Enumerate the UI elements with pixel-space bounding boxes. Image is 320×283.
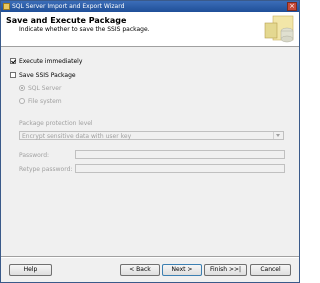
page-title: Save and Execute Package	[6, 16, 127, 25]
execute-immediately-checkbox[interactable]	[10, 58, 16, 64]
protection-level-value: Encrypt sensitive data with user key	[22, 133, 132, 140]
page-subtitle: Indicate whether to save the SSIS packag…	[19, 26, 150, 33]
sql-server-radio[interactable]	[19, 85, 25, 91]
window-title: SQL Server Import and Export Wizard	[12, 3, 125, 10]
retype-password-label: Retype password:	[19, 166, 73, 173]
password-field[interactable]	[75, 150, 285, 159]
sql-server-label: SQL Server	[28, 85, 62, 92]
execute-immediately-label[interactable]: Execute immediately	[19, 58, 82, 65]
finish-button[interactable]: Finish >>|	[204, 264, 247, 276]
cancel-button[interactable]: Cancel	[250, 264, 291, 276]
close-button[interactable]: ×	[287, 2, 297, 11]
wizard-header: Save and Execute Package Indicate whethe…	[1, 12, 299, 47]
save-ssis-package-label[interactable]: Save SSIS Package	[19, 72, 76, 79]
next-button[interactable]: Next >	[162, 264, 202, 276]
retype-password-field[interactable]	[75, 164, 285, 173]
file-system-radio[interactable]	[19, 98, 25, 104]
protection-level-label: Package protection level	[19, 120, 93, 127]
footer-divider	[1, 256, 299, 258]
protection-level-dropdown[interactable]: Encrypt sensitive data with user key	[19, 131, 284, 140]
help-button[interactable]: Help	[9, 264, 52, 276]
title-bar[interactable]: SQL Server Import and Export Wizard ×	[1, 1, 299, 12]
save-ssis-package-checkbox[interactable]	[10, 72, 16, 78]
app-icon	[3, 3, 10, 10]
file-system-label: File system	[28, 98, 62, 105]
wizard-graphic-icon	[264, 15, 294, 43]
wizard-window: SQL Server Import and Export Wizard × Sa…	[0, 0, 300, 283]
back-button[interactable]: < Back	[120, 264, 160, 276]
password-label: Password:	[19, 152, 50, 159]
chevron-down-icon[interactable]	[273, 132, 283, 139]
content-panel: Execute immediately Save SSIS Package SQ…	[1, 47, 299, 249]
